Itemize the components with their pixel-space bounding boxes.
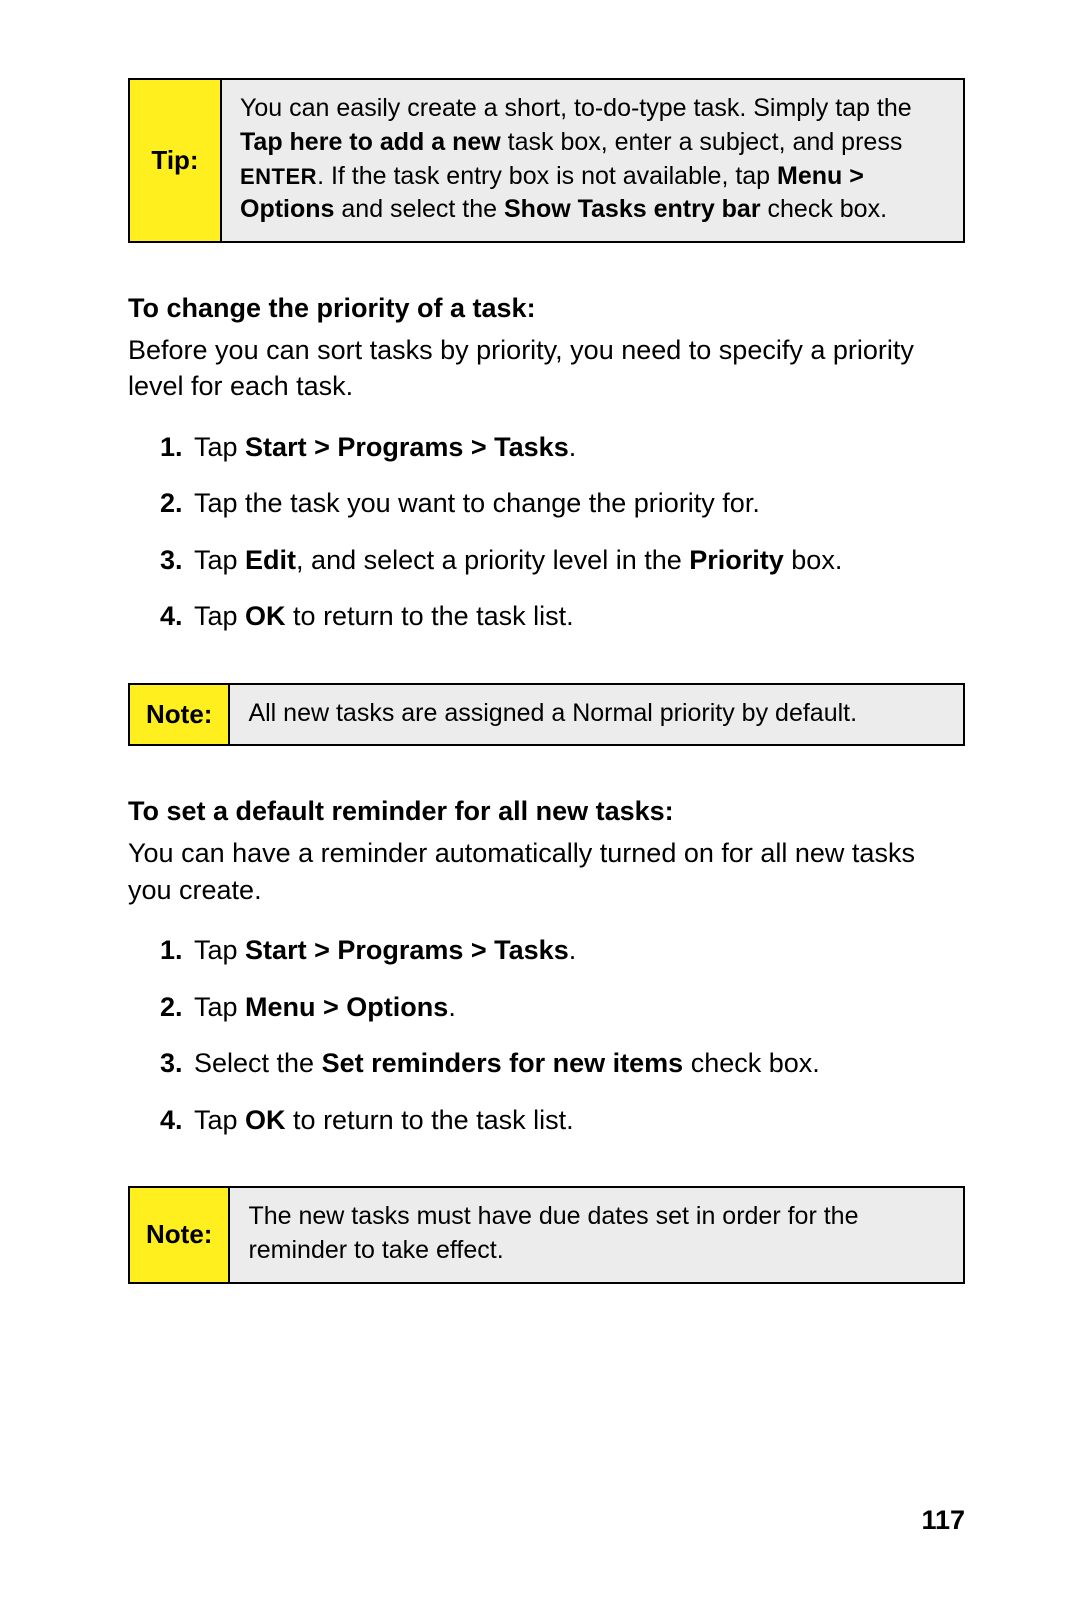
step-item: 2. Tap the task you want to change the pr…	[160, 485, 965, 521]
step-text: Tap Edit, and select a priority level in…	[194, 545, 842, 575]
step-number: 1.	[160, 932, 183, 968]
step-number: 3.	[160, 542, 183, 578]
step-text: Tap OK to return to the task list.	[194, 1105, 574, 1135]
page-number: 117	[921, 1505, 965, 1536]
tip-label: Tip:	[130, 80, 222, 241]
step-number: 3.	[160, 1045, 183, 1081]
step-text: Tap Start > Programs > Tasks.	[194, 432, 576, 462]
step-number: 1.	[160, 429, 183, 465]
page-content: Tip: You can easily create a short, to-d…	[0, 0, 1080, 1284]
step-text: Tap Start > Programs > Tasks.	[194, 935, 576, 965]
step-item: 4. Tap OK to return to the task list.	[160, 1102, 965, 1138]
step-item: 1. Tap Start > Programs > Tasks.	[160, 429, 965, 465]
step-text: Tap Menu > Options.	[194, 992, 456, 1022]
step-item: 3. Select the Set reminders for new items…	[160, 1045, 965, 1081]
section2-heading: To set a default reminder for all new ta…	[128, 796, 965, 827]
step-item: 4. Tap OK to return to the task list.	[160, 598, 965, 634]
step-number: 2.	[160, 989, 183, 1025]
section-default-reminder: To set a default reminder for all new ta…	[128, 796, 965, 1138]
tip-body: You can easily create a short, to-do-typ…	[222, 80, 963, 241]
tip-callout: Tip: You can easily create a short, to-d…	[128, 78, 965, 243]
step-item: 2. Tap Menu > Options.	[160, 989, 965, 1025]
step-text: Tap OK to return to the task list.	[194, 601, 574, 631]
step-number: 2.	[160, 485, 183, 521]
note2-callout: Note: The new tasks must have due dates …	[128, 1186, 965, 1284]
section1-steps: 1. Tap Start > Programs > Tasks. 2. Tap the…	[128, 429, 965, 635]
step-item: 1. Tap Start > Programs > Tasks.	[160, 932, 965, 968]
section2-intro: You can have a reminder automatically tu…	[128, 835, 965, 908]
step-number: 4.	[160, 598, 183, 634]
note1-callout: Note: All new tasks are assigned a Norma…	[128, 683, 965, 747]
note2-body: The new tasks must have due dates set in…	[230, 1188, 963, 1282]
section2-steps: 1. Tap Start > Programs > Tasks. 2. Tap Men…	[128, 932, 965, 1138]
step-text: Select the Set reminders for new items c…	[194, 1048, 820, 1078]
note2-label: Note:	[130, 1188, 230, 1282]
section1-heading: To change the priority of a task:	[128, 293, 965, 324]
step-text: Tap the task you want to change the prio…	[194, 488, 760, 518]
note1-label: Note:	[130, 685, 230, 745]
note1-body: All new tasks are assigned a Normal prio…	[230, 685, 963, 745]
section1-intro: Before you can sort tasks by priority, y…	[128, 332, 965, 405]
section-change-priority: To change the priority of a task: Before…	[128, 293, 965, 635]
step-number: 4.	[160, 1102, 183, 1138]
step-item: 3. Tap Edit, and select a priority level …	[160, 542, 965, 578]
